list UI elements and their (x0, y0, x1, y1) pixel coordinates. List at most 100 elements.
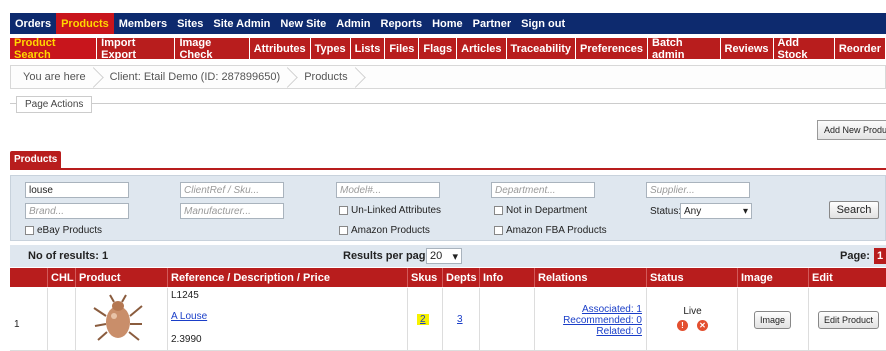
subnav-reviews[interactable]: Reviews (720, 38, 773, 59)
col-depts[interactable]: Depts (443, 268, 480, 287)
unlinked-attributes-checkbox[interactable]: Un-Linked Attributes (339, 205, 441, 216)
subnav-image-check[interactable]: Image Check (175, 37, 249, 61)
row-index: 1 (14, 319, 20, 330)
recommended-link-wrap: Recommended: 0 (563, 315, 642, 326)
nav-products[interactable]: Products (56, 13, 114, 34)
cell-index: 1 (10, 288, 48, 351)
col-edit[interactable]: Edit (809, 268, 886, 287)
clientref-sku-input[interactable]: ClientRef / Sku... (180, 182, 284, 198)
cell-chl (48, 288, 76, 351)
brand-input[interactable]: Brand... (25, 203, 129, 219)
col-reference[interactable]: Reference / Description / Price (168, 268, 408, 287)
nav-partner[interactable]: Partner (468, 13, 517, 34)
nav-site-admin[interactable]: Site Admin (208, 13, 275, 34)
col-chl[interactable]: CHL (48, 268, 76, 287)
nav-new-site[interactable]: New Site (275, 13, 331, 34)
louse-image[interactable] (92, 294, 144, 344)
breadcrumb-products[interactable]: Products (292, 66, 359, 88)
subnav-reorder[interactable]: Reorder (834, 38, 886, 59)
skus-link[interactable]: 2 (417, 314, 429, 325)
warning-icon[interactable]: ! (677, 320, 688, 331)
nav-orders[interactable]: Orders (10, 13, 56, 34)
results-count: No of results: 1 (28, 250, 109, 262)
col-status[interactable]: Status (647, 268, 738, 287)
col-info[interactable]: Info (480, 268, 535, 287)
subnav-traceability[interactable]: Traceability (506, 38, 576, 59)
ebay-products-checkbox[interactable]: eBay Products (25, 225, 102, 236)
depts-link[interactable]: 3 (457, 314, 463, 325)
product-reference: L1245 (171, 290, 199, 301)
cell-reference: L1245 A Louse 2.3990 (168, 288, 408, 351)
product-price: 2.3990 (171, 334, 202, 345)
close-icon[interactable]: ✕ (697, 320, 708, 331)
col-index (10, 268, 48, 287)
subnav-types[interactable]: Types (310, 38, 350, 59)
cell-info (480, 288, 535, 351)
page-label: Page: (840, 250, 870, 262)
product-description-link[interactable]: A Louse (171, 311, 207, 322)
subnav-flags[interactable]: Flags (419, 38, 457, 59)
cell-status: Live ! ✕ (647, 288, 738, 351)
results-per-page-label: Results per page: (343, 250, 436, 262)
page-actions: Page Actions Add New Product (10, 96, 886, 147)
nav-sites[interactable]: Sites (172, 13, 208, 34)
chevron-down-icon: ▾ (452, 250, 458, 263)
image-button[interactable]: Image (754, 311, 792, 329)
recommended-link[interactable]: Recommended: 0 (563, 315, 642, 326)
nav-members[interactable]: Members (114, 13, 172, 34)
cell-image: Image (738, 288, 809, 351)
cell-skus: 2 (408, 288, 443, 351)
checkbox-box[interactable] (339, 206, 348, 215)
nav-home[interactable]: Home (427, 13, 468, 34)
checkbox-box[interactable] (494, 226, 503, 235)
col-relations[interactable]: Relations (535, 268, 647, 287)
department-input[interactable]: Department... (491, 182, 595, 198)
amazon-products-label: Amazon Products (351, 225, 430, 236)
related-link[interactable]: Related: 0 (596, 326, 642, 337)
amazon-products-checkbox[interactable]: Amazon Products (339, 225, 430, 236)
col-product[interactable]: Product (76, 268, 168, 287)
status-select[interactable]: Any ▾ (680, 203, 752, 219)
results-per-page-value: 20 (430, 250, 443, 262)
checkbox-box[interactable] (339, 226, 348, 235)
subnav-files[interactable]: Files (385, 38, 419, 59)
add-new-product-button[interactable]: Add New Product (817, 120, 886, 140)
not-in-department-checkbox[interactable]: Not in Department (494, 205, 587, 216)
model-input[interactable]: Model#... (336, 182, 440, 198)
unlinked-attributes-label: Un-Linked Attributes (351, 205, 442, 216)
col-skus[interactable]: Skus (408, 268, 443, 287)
chevron-down-icon: ▾ (742, 205, 748, 217)
subnav-attributes[interactable]: Attributes (249, 38, 310, 59)
breadcrumb: You are here Client: Etail Demo (ID: 287… (10, 65, 886, 89)
breadcrumb-client[interactable]: Client: Etail Demo (ID: 287899650) (98, 66, 293, 88)
breadcrumb-you-are-here: You are here (11, 66, 98, 88)
subnav-import-export[interactable]: Import Export (97, 37, 175, 61)
page-number[interactable]: 1 (874, 248, 886, 264)
results-per-page-select[interactable]: 20 ▾ (426, 248, 462, 264)
nav-admin[interactable]: Admin (331, 13, 375, 34)
page-actions-legend: Page Actions (16, 96, 93, 113)
subnav-preferences[interactable]: Preferences (576, 38, 648, 59)
search-button[interactable]: Search (829, 201, 879, 219)
checkbox-box[interactable] (25, 226, 34, 235)
associated-link[interactable]: Associated: 1 (582, 304, 642, 315)
subnav-batch-admin[interactable]: Batch admin (648, 37, 720, 61)
cell-relations: Associated: 1 Recommended: 0 Related: 0 (535, 288, 647, 351)
subnav-lists[interactable]: Lists (350, 38, 385, 59)
manufacturer-input[interactable]: Manufacturer... (180, 203, 284, 219)
checkbox-box[interactable] (494, 206, 503, 215)
subnav-add-stock[interactable]: Add Stock (773, 37, 834, 61)
col-image[interactable]: Image (738, 268, 809, 287)
results-bar: No of results: 1 Results per page: 20 ▾ … (10, 245, 886, 267)
subnav-product-search[interactable]: Product Search (10, 37, 97, 61)
nav-reports[interactable]: Reports (376, 13, 428, 34)
search-input[interactable]: louse (25, 182, 129, 198)
subnav-articles[interactable]: Articles (457, 38, 506, 59)
amazon-fba-products-checkbox[interactable]: Amazon FBA Products (494, 225, 607, 236)
edit-product-button[interactable]: Edit Product (818, 311, 880, 329)
supplier-input[interactable]: Supplier... (646, 182, 750, 198)
cell-edit: Edit Product (809, 288, 886, 351)
nav-sign-out[interactable]: Sign out (516, 13, 570, 34)
sub-nav: Product Search Import Export Image Check… (10, 37, 886, 61)
products-tab[interactable]: Products (10, 151, 62, 168)
